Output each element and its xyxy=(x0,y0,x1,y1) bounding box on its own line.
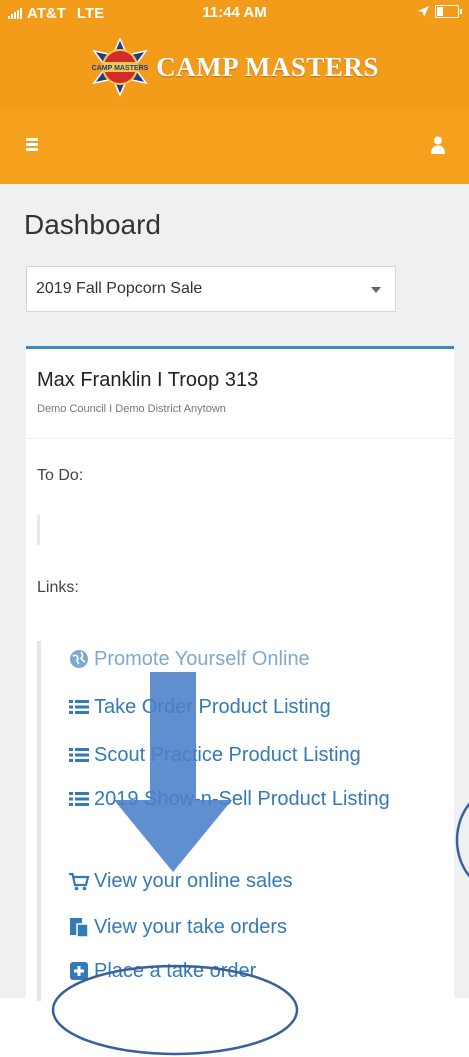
todo-list xyxy=(37,515,40,545)
scout-name: Max Franklin I Troop 313 xyxy=(37,369,259,391)
link-label: View your take orders xyxy=(94,916,288,938)
user-icon[interactable] xyxy=(431,136,445,154)
top-navbar xyxy=(0,108,469,184)
view-online-sales-link[interactable]: View your online sales xyxy=(68,867,293,895)
chevron-down-icon xyxy=(371,287,381,293)
camp-masters-logo-icon: CAMP MASTERS xyxy=(92,37,149,97)
logo-emblem-text: CAMP MASTERS xyxy=(92,65,149,72)
sale-select-value: 2019 Fall Popcorn Sale xyxy=(36,280,203,297)
links-label: Links: xyxy=(37,579,79,596)
scout-practice-listing-link[interactable]: Scout Practice Product Listing xyxy=(68,741,361,769)
location-icon xyxy=(418,6,429,17)
place-take-order-link[interactable]: Place a take order xyxy=(68,957,256,985)
page-title: Dashboard xyxy=(24,209,161,240)
list-icon xyxy=(69,792,89,806)
sale-select[interactable]: 2019 Fall Popcorn Sale xyxy=(26,266,396,312)
promote-yourself-link[interactable]: Promote Yourself Online xyxy=(68,645,310,673)
dashboard-page: Dashboard 2019 Fall Popcorn Sale Max Fra… xyxy=(0,184,469,1001)
status-time: 11:44 AM xyxy=(202,4,267,21)
brand-header: CAMP MASTERS CAMP MASTERS xyxy=(0,26,469,108)
cart-icon xyxy=(69,872,90,891)
todo-label: To Do: xyxy=(37,467,84,484)
links-list: Promote Yourself Online Take Order Produ… xyxy=(37,641,458,1001)
status-bar: AT&T LTE 11:44 AM xyxy=(0,0,469,26)
battery-icon xyxy=(435,5,462,18)
plus-square-icon xyxy=(70,962,88,980)
view-take-orders-link[interactable]: View your take orders xyxy=(68,913,287,941)
link-label: View your online sales xyxy=(94,870,293,892)
link-label: Take Order Product Listing xyxy=(94,696,331,718)
take-order-listing-link[interactable]: Take Order Product Listing xyxy=(68,693,331,721)
show-n-sell-listing-link[interactable]: 2019 Show-n-Sell Product Listing xyxy=(68,785,398,813)
link-label: Promote Yourself Online xyxy=(94,648,310,670)
hamburger-icon[interactable] xyxy=(26,138,38,152)
globe-icon xyxy=(70,650,88,668)
list-icon xyxy=(69,700,89,714)
orders-icon xyxy=(70,918,89,938)
brand-title: CAMP MASTERS xyxy=(156,51,379,82)
link-label: Scout Practice Product Listing xyxy=(94,744,361,766)
scout-card: Max Franklin I Troop 313 Demo Council I … xyxy=(26,346,454,1001)
card-header: Max Franklin I Troop 313 Demo Council I … xyxy=(26,349,454,439)
scout-council: Demo Council I Demo District Anytown xyxy=(37,403,226,415)
link-label: Place a take order xyxy=(94,960,257,982)
list-icon xyxy=(69,748,89,762)
link-label: 2019 Show-n-Sell Product Listing xyxy=(94,788,390,810)
